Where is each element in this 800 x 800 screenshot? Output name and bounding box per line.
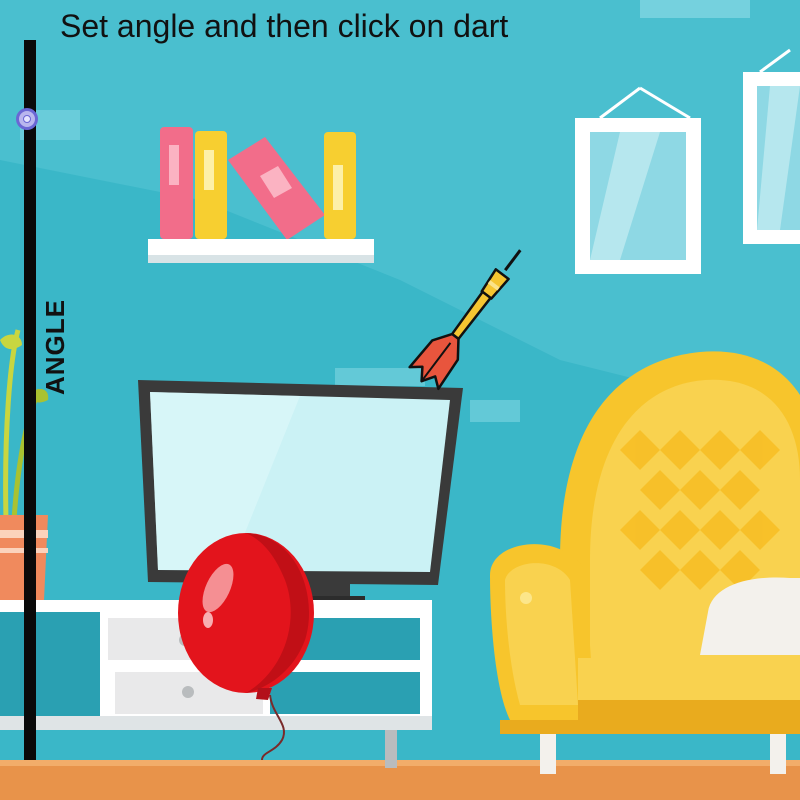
angle-slider-label: ANGLE [40, 299, 70, 395]
angle-slider-track[interactable] [24, 40, 36, 760]
dart-icon[interactable] [0, 0, 800, 800]
game-scene: Set angle and then click on dart ANGLE [0, 0, 800, 800]
instruction-text: Set angle and then click on dart [60, 8, 509, 44]
